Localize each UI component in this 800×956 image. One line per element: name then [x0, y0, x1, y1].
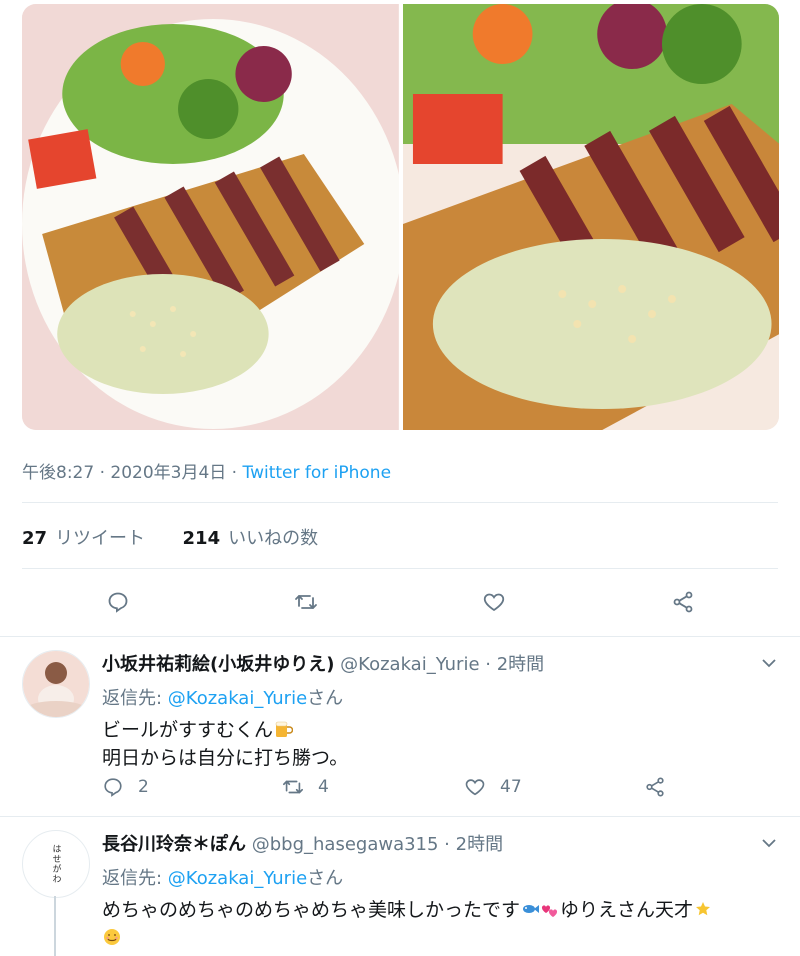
reply-tweet[interactable]: はせがわ 長谷川玲奈＊ぽん @bbg_hasegawa315 · 2時間 返信先…: [0, 816, 800, 951]
mention-link[interactable]: @Kozakai_Yurie: [168, 868, 307, 889]
reply-retweet-button[interactable]: 4: [282, 776, 329, 798]
reply-to-suffix: さん: [307, 688, 344, 709]
handle-time[interactable]: @bbg_hasegawa315 · 2時間: [246, 834, 503, 855]
tweet-source-link[interactable]: Twitter for iPhone: [243, 463, 392, 483]
tweet-stats: 27 リツイート 214 いいねの数: [22, 524, 318, 550]
reply-icon[interactable]: [102, 586, 134, 618]
likes-count[interactable]: 214: [183, 528, 221, 549]
tweet-actions: [0, 586, 800, 622]
reply-to: 返信先: @Kozakai_Yurieさん: [102, 684, 760, 710]
reply-tweet[interactable]: 小坂井祐莉絵(小坂井ゆりえ) @Kozakai_Yurie · 2時間 返信先:…: [0, 636, 800, 816]
avatar[interactable]: はせがわ: [22, 830, 90, 898]
beer-mug-icon: [275, 721, 294, 737]
retweet-icon[interactable]: [282, 776, 304, 798]
tuna-katsu-photo-2[interactable]: [402, 4, 779, 430]
reply-text: ビールがすすむくん 明日からは自分に打ち勝つ。: [102, 716, 760, 772]
reply-header: 小坂井祐莉絵(小坂井ゆりえ) @Kozakai_Yurie · 2時間: [102, 650, 760, 676]
reply-text-line: ゆりえさん天才: [560, 899, 694, 921]
reply-header: 長谷川玲奈＊ぽん @bbg_hasegawa315 · 2時間: [102, 830, 760, 856]
reply-reply-button[interactable]: 2: [102, 776, 149, 798]
mention-link[interactable]: @Kozakai_Yurie: [168, 688, 307, 709]
reply-to-label: 返信先:: [102, 688, 168, 709]
like-icon[interactable]: [478, 586, 510, 618]
tweet-timestamp: 午後8:27 · 2020年3月4日 · Twitter for iPhone: [22, 458, 391, 483]
reply-icon[interactable]: [102, 776, 124, 798]
share-icon[interactable]: [644, 776, 666, 798]
fish-icon: [523, 905, 540, 913]
avatar[interactable]: [22, 650, 90, 718]
avatar-text: はせがわ: [50, 844, 61, 884]
chevron-down-icon[interactable]: [760, 834, 778, 852]
retweet-icon[interactable]: [290, 586, 322, 618]
tweet-media[interactable]: [22, 4, 779, 430]
tweet-time: 午後8:27 · 2020年3月4日 ·: [22, 463, 243, 483]
reply-to-label: 返信先:: [102, 868, 168, 889]
retweets-label[interactable]: リツイート: [55, 528, 145, 549]
two-hearts-icon: [541, 905, 558, 917]
tuna-katsu-photo-1[interactable]: [22, 4, 399, 430]
thread-line: [54, 896, 56, 956]
reply-content: 長谷川玲奈＊ぽん @bbg_hasegawa315 · 2時間 返信先: @Ko…: [102, 830, 760, 952]
dizzy-star-icon: [696, 902, 711, 916]
handle-time[interactable]: @Kozakai_Yurie · 2時間: [334, 654, 544, 675]
reply-share-button[interactable]: [644, 776, 666, 798]
reply-text-line: 明日からは自分に打ち勝つ。: [102, 747, 349, 769]
reply-text: めちゃのめちゃのめちゃめちゃ美味しかったです ゆりえさん天才: [102, 896, 760, 952]
retweet-count: 4: [318, 777, 329, 797]
reply-text-line: ビールがすすむくん: [102, 719, 274, 741]
likes-label[interactable]: いいねの数: [228, 528, 318, 549]
display-name[interactable]: 小坂井祐莉絵(小坂井ゆりえ): [102, 654, 334, 675]
display-name[interactable]: 長谷川玲奈＊ぽん: [102, 834, 246, 855]
like-icon[interactable]: [464, 776, 486, 798]
reply-text-line: めちゃのめちゃのめちゃめちゃ美味しかったです: [102, 899, 521, 921]
chevron-down-icon[interactable]: [760, 654, 778, 672]
share-icon[interactable]: [667, 586, 699, 618]
reply-to: 返信先: @Kozakai_Yurieさん: [102, 864, 760, 890]
reply-count: 2: [138, 777, 149, 797]
reply-actions: 2 4 47: [102, 776, 702, 806]
divider: [22, 502, 778, 503]
reply-content: 小坂井祐莉絵(小坂井ゆりえ) @Kozakai_Yurie · 2時間 返信先:…: [102, 650, 760, 772]
like-count: 47: [500, 777, 522, 797]
smiling-face-icon: [104, 929, 120, 945]
divider: [22, 568, 778, 569]
reply-to-suffix: さん: [307, 868, 344, 889]
retweets-count[interactable]: 27: [22, 528, 47, 549]
reply-like-button[interactable]: 47: [464, 776, 522, 798]
